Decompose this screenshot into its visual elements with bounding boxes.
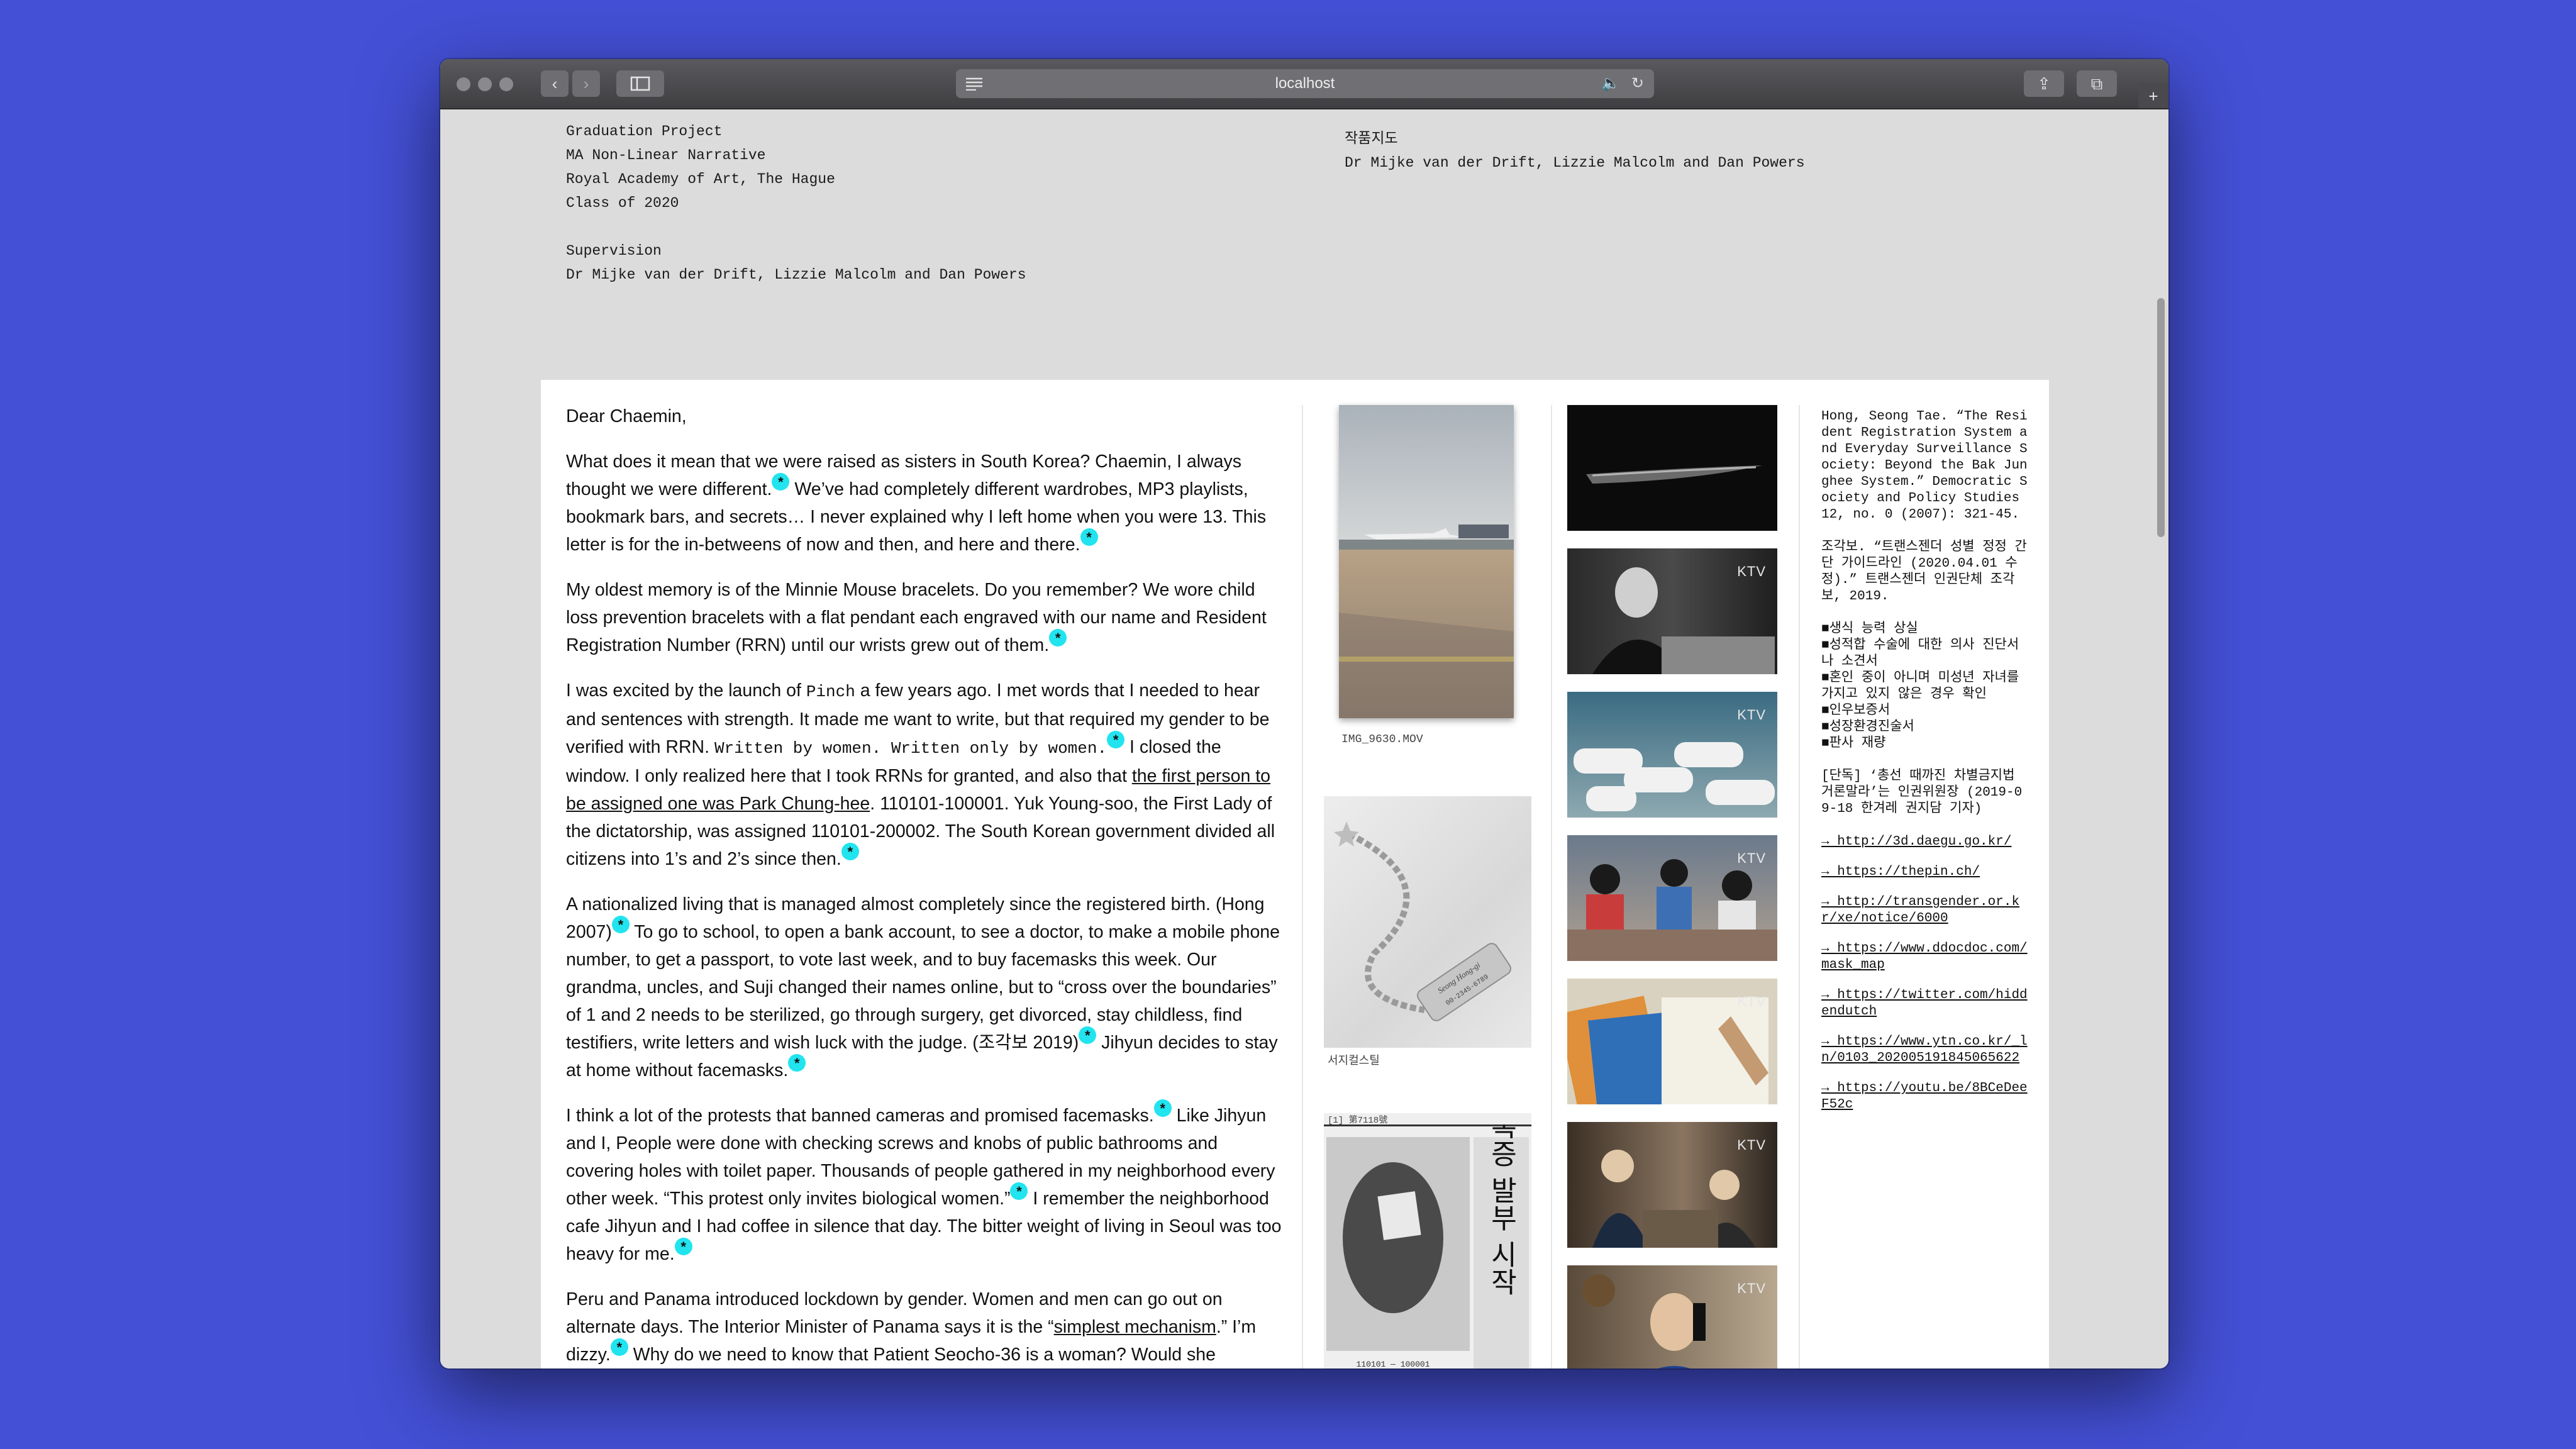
ktv-frame-4[interactable]: KTV: [1567, 835, 1777, 961]
footnote-marker[interactable]: *: [841, 843, 859, 860]
bracelet-image[interactable]: Seong Hong-gi 00-2345-6789: [1324, 796, 1531, 1048]
reference-jogakbo: 조각보. “트랜스젠더 성별 정정 간단 가이드라인 (2020.04.01 수…: [1821, 540, 2027, 604]
ktv-logo: KTV: [1737, 564, 1766, 579]
newspaper-headline: 주민등록증 발부 시작: [1485, 1124, 1518, 1296]
newspaper-header: [1] 第7118號: [1328, 1116, 1388, 1126]
ktv-frame-2[interactable]: KTV: [1567, 548, 1777, 674]
requirement-item: ■생식 능력 상실: [1821, 622, 1918, 636]
inline-link[interactable]: simplest mechanism: [1054, 1317, 1216, 1337]
footnote-marker[interactable]: *: [1153, 1099, 1172, 1117]
reader-icon[interactable]: [965, 69, 984, 101]
tabs-icon[interactable]: ⧉: [2077, 70, 2117, 97]
reference-link[interactable]: → https://youtu.be/8BCeDeeF52c: [1821, 1080, 2029, 1113]
requirement-item: ■판사 재량: [1821, 736, 1886, 751]
letter-paragraph: I think a lot of the protests that banne…: [566, 1099, 1282, 1264]
letter-paragraph: I was excited by the launch of Pinch a f…: [566, 680, 1275, 869]
reload-icon[interactable]: ↻: [1631, 69, 1644, 98]
main-panel: Dear Chaemin, What does it mean that we …: [541, 380, 2049, 1368]
chevron-left-icon[interactable]: ‹: [541, 70, 569, 97]
ktv-logo: KTV: [1737, 707, 1766, 723]
salutation: Dear Chaemin,: [566, 406, 687, 426]
info-line: Royal Academy of Art, The Hague: [566, 171, 835, 187]
requirements-list: ■생식 능력 상실 ■성적합 수술에 대한 의사 진단서나 소견서 ■혼인 중이…: [1821, 621, 2029, 752]
video-thumbnail[interactable]: [1339, 405, 1514, 718]
ktv-frame-5[interactable]: KTV: [1567, 979, 1777, 1104]
ktv-frame-7[interactable]: KTV: [1567, 1265, 1777, 1368]
share-icon[interactable]: ⇪: [2024, 70, 2064, 97]
footnote-marker[interactable]: *: [611, 916, 630, 933]
ktv-logo: KTV: [1737, 994, 1766, 1009]
close-window-dot[interactable]: [457, 77, 470, 91]
footnote-marker[interactable]: *: [788, 1054, 806, 1072]
info-line: Class of 2020: [566, 195, 679, 211]
newspaper-image[interactable]: [1] 第7118號 주민등록증 발부 시작 110101 — 100001: [1324, 1113, 1531, 1368]
supervision-names: Dr Mijke van der Drift, Lizzie Malcolm a…: [1345, 155, 1805, 171]
media-column: IMG_9630.MOV Seong Hong-gi 00-2345-6789 …: [1324, 405, 1531, 1368]
reference-link[interactable]: → https://www.ddocdoc.com/mask_map: [1821, 941, 2029, 974]
sidebar-icon[interactable]: [616, 70, 664, 97]
letter-paragraph: A nationalized living that is managed al…: [566, 894, 1280, 1080]
info-line: MA Non-Linear Narrative: [566, 147, 766, 164]
reference-link[interactable]: → http://3d.daegu.go.kr/: [1821, 834, 2029, 850]
requirement-item: ■성장환경진술서: [1821, 720, 1914, 735]
footnote-marker[interactable]: *: [1107, 731, 1125, 748]
reference-link[interactable]: → http://transgender.or.kr/xe/notice/600…: [1821, 894, 2029, 927]
letter-paragraph: What does it mean that we were raised as…: [566, 452, 1267, 555]
info-line: Dr Mijke van der Drift, Lizzie Malcolm a…: [566, 267, 1026, 283]
ktv-column: KTV KTV KTV KTV KTV KTV: [1567, 405, 1777, 1368]
footnote-marker[interactable]: *: [674, 1238, 692, 1255]
chevron-right-icon[interactable]: ›: [572, 70, 600, 97]
page-content: Graduation Project MA Non-Linear Narrati…: [440, 109, 2168, 1368]
letter-paragraph: Peru and Panama introduced lockdown by g…: [566, 1289, 1257, 1365]
references-column: Hong, Seong Tae. “The Resident Registrat…: [1821, 409, 2029, 1127]
speaker-icon[interactable]: 🔈: [1601, 69, 1620, 98]
column-divider: [1799, 405, 1800, 1368]
footnote-marker[interactable]: *: [772, 473, 790, 491]
footnote-marker[interactable]: *: [1010, 1182, 1028, 1200]
reference-hankyoreh: [단독] ‘총선 때까진 차별금지법 거론말라’는 인권위원장 (2019-09…: [1821, 769, 2023, 816]
ktv-logo: KTV: [1737, 1137, 1766, 1153]
requirement-item: ■인우보증서: [1821, 704, 1890, 718]
newspaper-number: 110101 — 100001: [1356, 1360, 1430, 1368]
url-text: localhost: [1275, 75, 1335, 92]
reference-hong: Hong, Seong Tae. “The Resident Registrat…: [1821, 409, 2028, 522]
requirement-item: ■혼인 중이 아니며 미성년 자녀를 가지고 있지 않은 경우 확인: [1821, 671, 2019, 702]
minimize-window-dot[interactable]: [478, 77, 492, 91]
scrollbar[interactable]: [2157, 298, 2165, 537]
ktv-frame-6[interactable]: KTV: [1567, 1122, 1777, 1248]
column-divider: [1551, 405, 1552, 1368]
footnote-marker[interactable]: *: [1079, 1026, 1097, 1044]
browser-toolbar: ‹ › localhost 🔈 ↻ ⇪ ⧉ +: [440, 59, 2168, 109]
ktv-frame-3[interactable]: KTV: [1567, 692, 1777, 818]
video-caption: IMG_9630.MOV: [1341, 733, 1423, 746]
footnote-marker[interactable]: *: [610, 1338, 628, 1356]
letter-text: Dear Chaemin, What does it mean that we …: [566, 402, 1283, 1368]
info-line: [566, 215, 1026, 239]
browser-window: ‹ › localhost 🔈 ↻ ⇪ ⧉ + Graduation Proje…: [440, 59, 2168, 1368]
supervision-korean: 작품지도 Dr Mijke van der Drift, Lizzie Malc…: [1345, 127, 1805, 175]
reference-link[interactable]: → https://twitter.com/hiddendutch: [1821, 987, 2029, 1020]
letter-paragraph: My oldest memory is of the Minnie Mouse …: [566, 580, 1267, 655]
info-line: Graduation Project: [566, 123, 723, 140]
reference-link[interactable]: → https://thepin.ch/: [1821, 864, 2029, 880]
address-bar[interactable]: localhost 🔈 ↻: [956, 69, 1654, 98]
supervision-title: 작품지도: [1345, 131, 1398, 147]
footnote-marker[interactable]: *: [1080, 528, 1098, 546]
reference-link[interactable]: → https://www.ytn.co.kr/_ln/0103_2020051…: [1821, 1034, 2029, 1067]
ktv-logo: KTV: [1737, 1280, 1766, 1296]
ktv-frame-1[interactable]: [1567, 405, 1777, 531]
info-line: Supervision: [566, 243, 662, 259]
ktv-logo: KTV: [1737, 850, 1766, 866]
footnote-marker[interactable]: *: [1049, 629, 1067, 647]
zoom-window-dot[interactable]: [499, 77, 513, 91]
project-info: Graduation Project MA Non-Linear Narrati…: [566, 119, 1026, 287]
requirement-item: ■성적합 수술에 대한 의사 진단서나 소견서: [1821, 638, 2019, 669]
plus-icon[interactable]: +: [2138, 83, 2168, 108]
column-divider: [1302, 405, 1303, 1368]
bracelet-caption: 서지컬스틸: [1328, 1055, 1380, 1068]
